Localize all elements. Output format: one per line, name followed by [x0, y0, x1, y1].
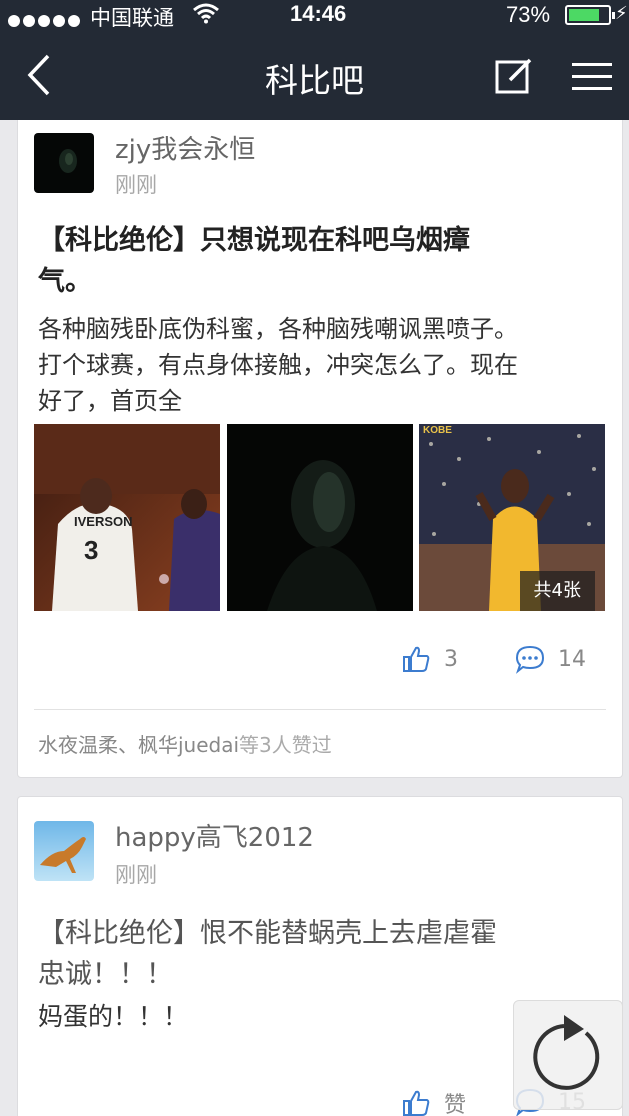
post-feed: zjy我会永恒 刚刚 【科比绝伦】只想说现在科吧乌烟瘴 气。 各种脑残卧底伪科蜜… [0, 120, 629, 1116]
compose-button[interactable] [494, 56, 534, 96]
signal-strength-icon [8, 8, 83, 27]
post-time: 刚刚 [115, 863, 157, 887]
refresh-button[interactable] [513, 1000, 623, 1110]
post-author[interactable]: zjy我会永恒 [115, 129, 255, 166]
post-title[interactable]: 【科比绝伦】恨不能替蜗壳上去虐虐霍 忠诚！！！ [38, 913, 598, 995]
wifi-icon [193, 2, 219, 29]
post-card[interactable]: zjy我会永恒 刚刚 【科比绝伦】只想说现在科吧乌烟瘴 气。 各种脑残卧底伪科蜜… [17, 120, 623, 778]
comment-count: 14 [558, 646, 586, 672]
post-image[interactable]: KOBE 共4张 [419, 424, 605, 611]
svg-text:IVERSON: IVERSON [74, 514, 133, 529]
divider [34, 709, 606, 710]
likers-suffix: 等3人赞过 [239, 733, 332, 757]
post-title[interactable]: 【科比绝伦】只想说现在科吧乌烟瘴 气。 [38, 220, 598, 302]
likers-summary[interactable]: 水夜温柔、枫华juedai等3人赞过 [38, 729, 332, 758]
comment-icon [515, 645, 545, 674]
post-time: 刚刚 [115, 173, 157, 197]
like-button[interactable]: 3 [401, 644, 458, 674]
battery-icon [565, 5, 615, 25]
menu-button[interactable] [570, 60, 614, 94]
battery-percent: 73% [506, 2, 551, 27]
svg-text:3: 3 [84, 535, 98, 565]
charging-icon: ⚡ [615, 3, 628, 24]
likers-names: 水夜温柔、枫华juedai [38, 733, 240, 757]
post-image[interactable] [227, 424, 413, 611]
like-label: 赞 [444, 1093, 467, 1116]
like-button[interactable]: 赞 [401, 1087, 466, 1116]
post-images: IVERSON 3 KOBE 共4张 [34, 424, 606, 611]
status-bar: 中国联通 14:46 73% ⚡ [0, 0, 629, 30]
post-body[interactable]: 各种脑残卧底伪科蜜，各种脑残嘲讽黑喷子。 打个球赛，有点身体接触，冲突怎么了。现… [38, 311, 608, 419]
status-time: 14:46 [290, 1, 347, 26]
menu-icon [572, 63, 612, 90]
top-bar: 中国联通 14:46 73% ⚡ 科比吧 [0, 0, 629, 120]
svg-text:KOBE: KOBE [423, 425, 452, 436]
post-image[interactable]: IVERSON 3 [34, 424, 220, 611]
post-author[interactable]: happy高飞2012 [115, 817, 314, 854]
comment-button[interactable]: 14 [515, 644, 586, 674]
nav-bar: 科比吧 [0, 30, 629, 120]
avatar[interactable] [34, 133, 94, 193]
compose-icon [495, 58, 532, 94]
thumbs-up-icon [403, 1090, 430, 1116]
avatar[interactable] [34, 821, 94, 881]
image-count-badge: 共4张 [519, 571, 595, 611]
thumbs-up-icon [403, 646, 430, 672]
like-count: 3 [444, 646, 458, 672]
page-title: 科比吧 [265, 61, 364, 100]
refresh-icon [533, 1015, 600, 1090]
carrier-label: 中国联通 [90, 6, 174, 30]
